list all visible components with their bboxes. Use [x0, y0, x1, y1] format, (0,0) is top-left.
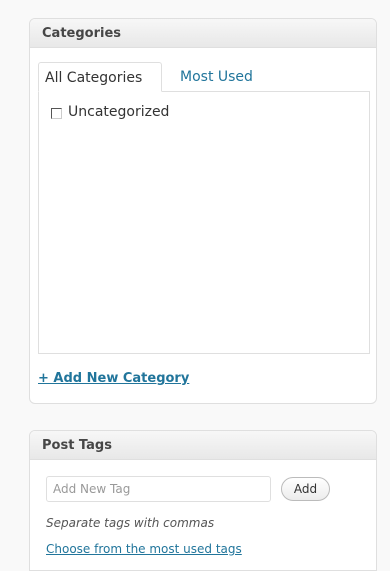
choose-most-used-tags-link[interactable]: Choose from the most used tags — [46, 542, 242, 556]
add-new-category-link[interactable]: + Add New Category — [38, 371, 189, 386]
tab-most-used[interactable]: Most Used — [174, 62, 259, 92]
post-tags-box: Post Tags Add Separate tags with commas … — [29, 430, 377, 571]
category-item-uncategorized[interactable]: Uncategorized — [51, 103, 169, 121]
tab-all-categories[interactable]: All Categories — [38, 62, 162, 92]
add-tag-button[interactable]: Add — [281, 477, 330, 501]
new-tag-input[interactable] — [46, 476, 271, 502]
tags-hint: Separate tags with commas — [46, 516, 215, 530]
post-tags-box-title[interactable]: Post Tags — [30, 431, 376, 460]
categories-box-title[interactable]: Categories — [30, 19, 376, 48]
category-checkbox[interactable] — [51, 107, 62, 119]
category-item-label: Uncategorized — [68, 104, 170, 120]
categories-box: Categories All Categories Most Used Unca… — [29, 18, 377, 404]
category-list-panel: Uncategorized — [38, 91, 370, 354]
